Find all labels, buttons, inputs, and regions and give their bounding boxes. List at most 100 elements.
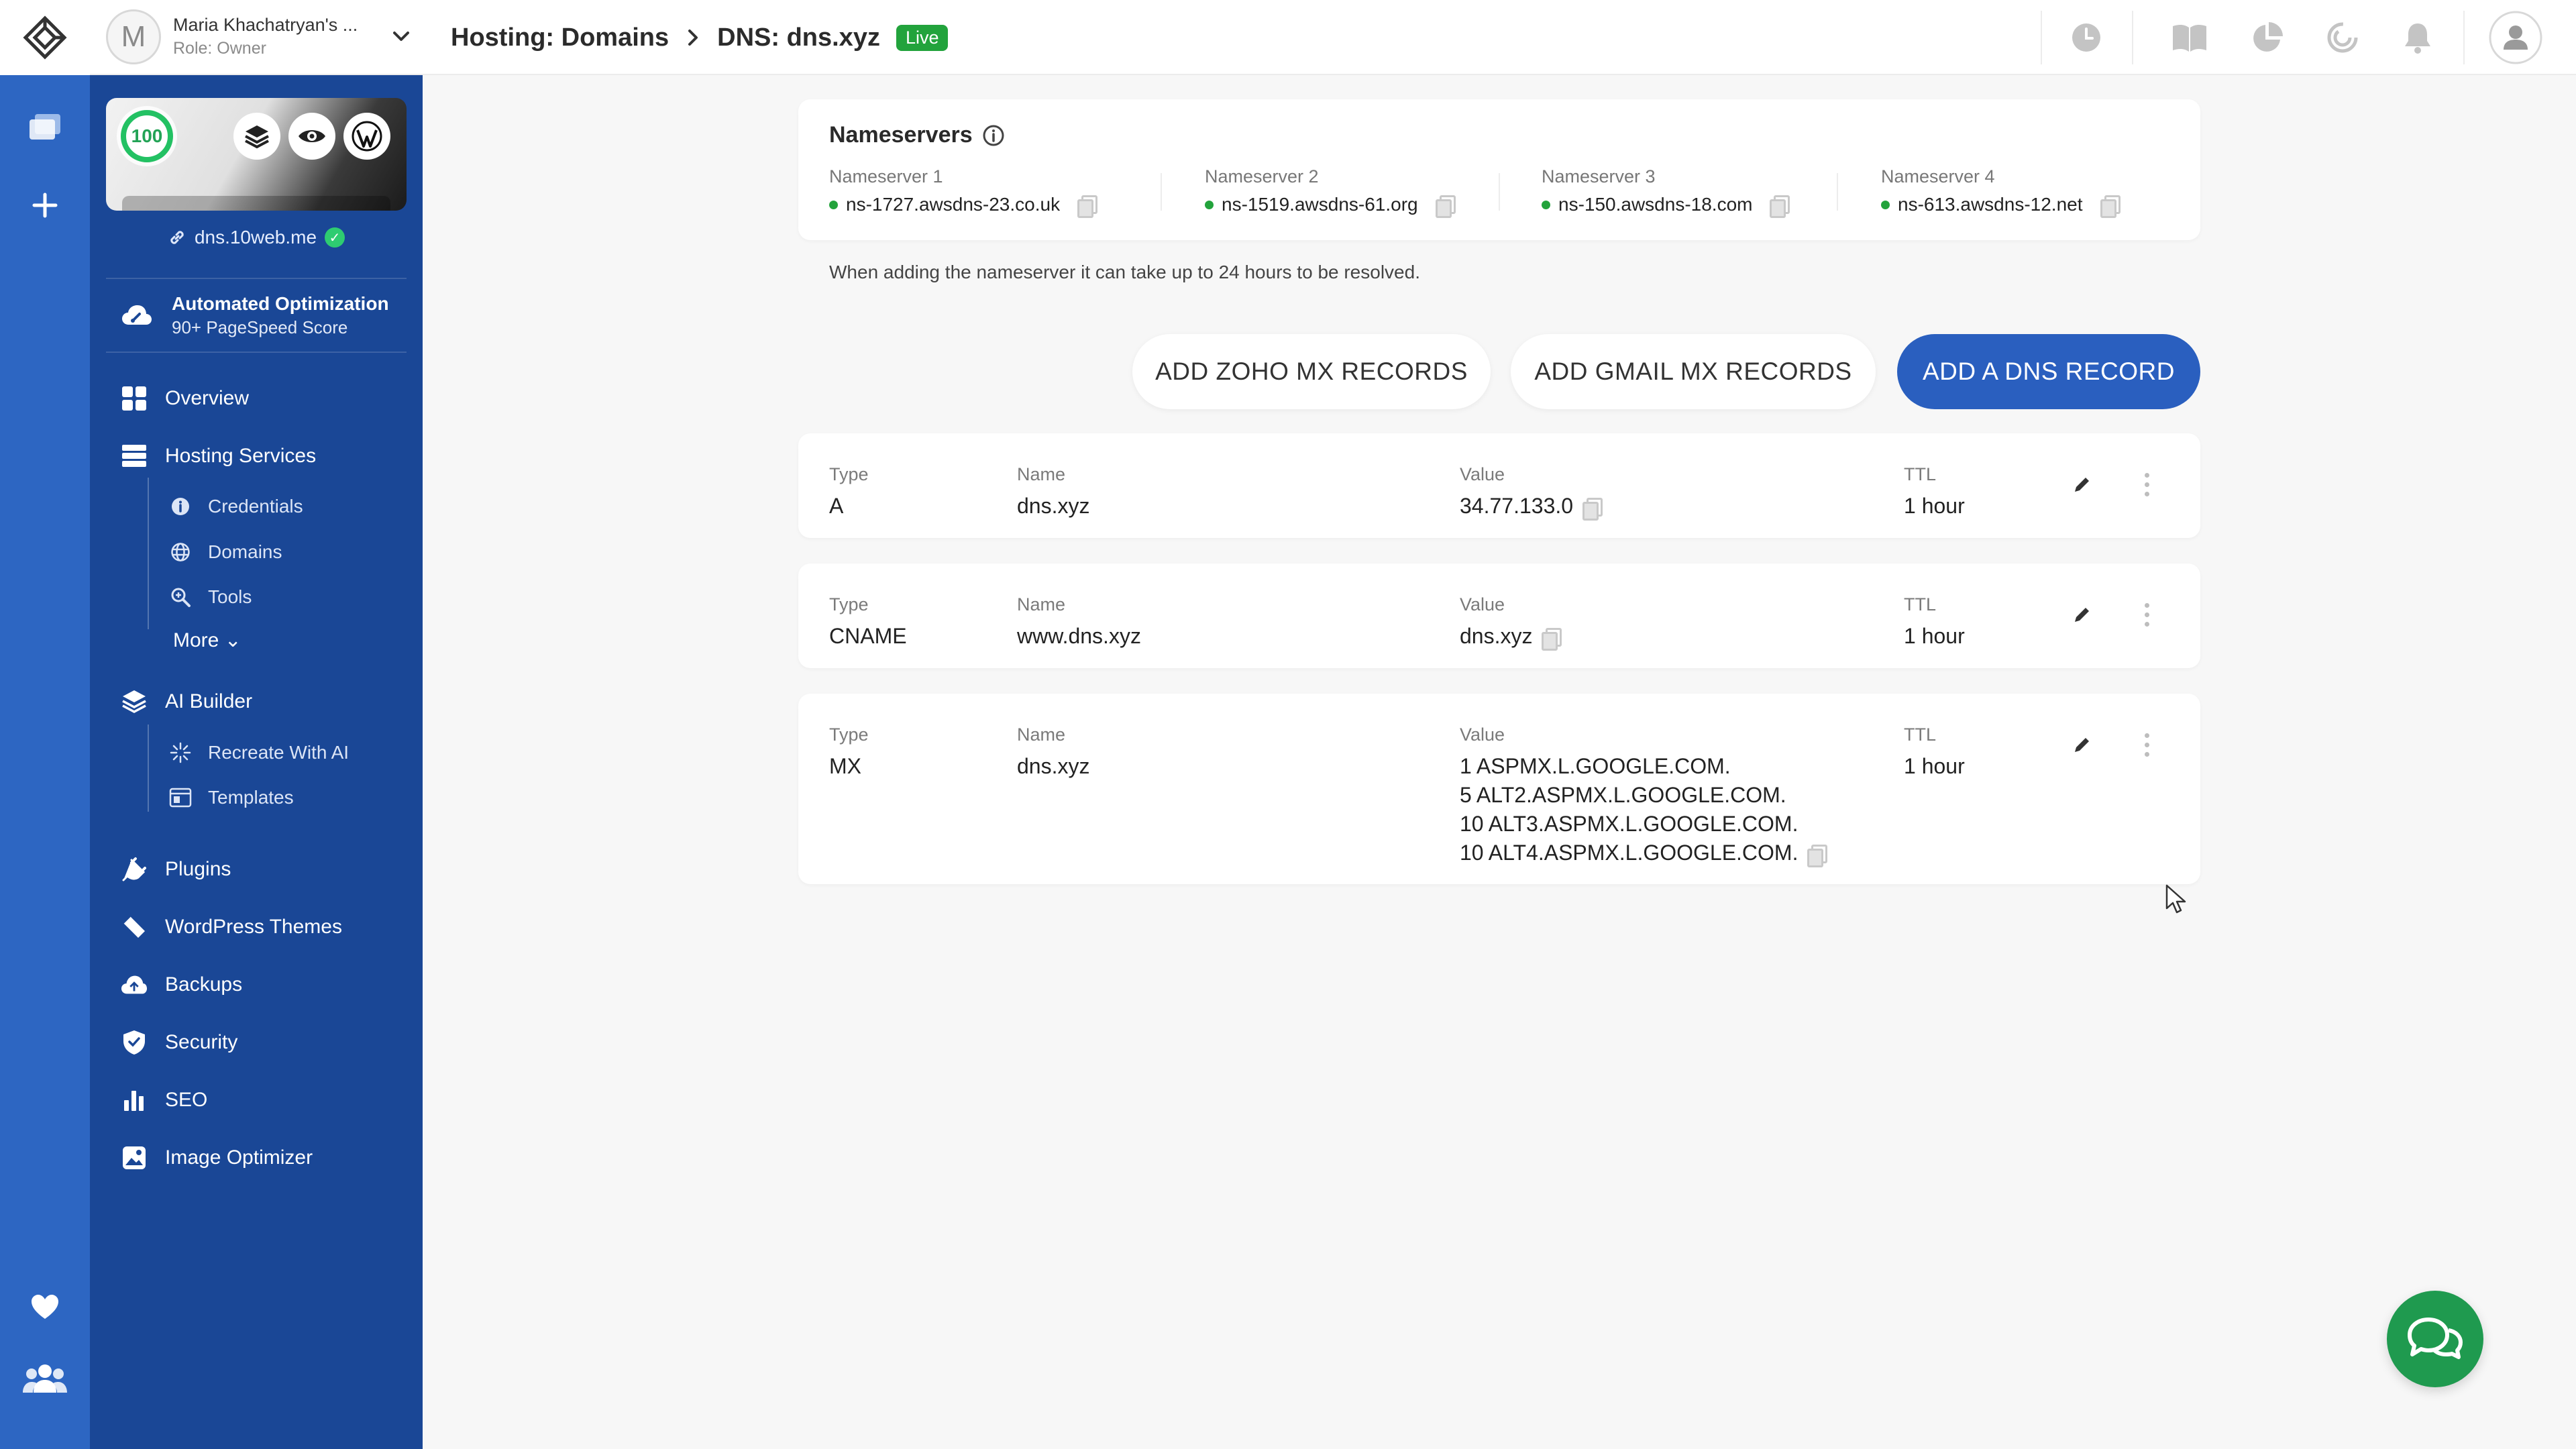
windows-icon [30, 114, 60, 140]
record-name: Name dns.xyz [1017, 724, 1089, 781]
more-options-button[interactable] [2140, 467, 2153, 502]
record-ttl: TTL 1 hour [1904, 724, 1965, 781]
clock-icon [2072, 23, 2100, 52]
sidebar-more-toggle[interactable]: More ⌄ [173, 624, 241, 656]
team-button[interactable] [0, 1344, 90, 1411]
nameserver-label: Nameserver 2 [1205, 166, 1319, 186]
site-domain[interactable]: dns.10web.me [195, 227, 317, 248]
sidebar-item-security[interactable]: Security [121, 1024, 237, 1061]
more-options-button[interactable] [2140, 727, 2153, 762]
add-zoho-mx-button[interactable]: ADD ZOHO MX RECORDS [1132, 334, 1491, 409]
sidebar-item-hosting-services[interactable]: Hosting Services [121, 437, 316, 475]
sidebar-item-image-optimizer[interactable]: Image Optimizer [121, 1139, 313, 1177]
name-value: www.dns.xyz [1017, 624, 1141, 648]
sidebar-item-plugins[interactable]: Plugins [121, 851, 231, 888]
account-role: Role: Owner [173, 39, 266, 58]
record-value: Value 1 ASPMX.L.GOOGLE.COM. 5 ALT2.ASPMX… [1460, 724, 1828, 867]
sidebar-item-tools[interactable]: Tools [169, 581, 252, 613]
notifications-button[interactable] [2398, 17, 2438, 58]
sidebar-item-ai-builder[interactable]: AI Builder [121, 683, 252, 720]
performance-button[interactable] [2322, 17, 2363, 58]
sidebar-item-label: Tools [208, 586, 252, 607]
record-name: Name dns.xyz [1017, 464, 1089, 521]
preview-image [122, 196, 390, 211]
nameserver-value: ns-1519.awsdns-61.org [1205, 194, 1456, 218]
profile-button[interactable] [2487, 9, 2544, 66]
copy-icon[interactable] [1077, 195, 1098, 218]
add-gmail-mx-button[interactable]: ADD GMAIL MX RECORDS [1511, 334, 1876, 409]
wordpress-icon [352, 121, 382, 152]
site-domain-link[interactable]: dns.10web.me ✓ [90, 224, 423, 251]
site-preview[interactable]: 100 [106, 98, 407, 211]
copy-icon[interactable] [1770, 195, 1790, 218]
type-label: Type [829, 464, 869, 484]
tree-line [148, 478, 149, 629]
sidebar-item-recreate-ai[interactable]: Recreate With AI [169, 737, 349, 769]
copy-icon[interactable] [2100, 195, 2121, 218]
edit-record-button[interactable] [2065, 467, 2100, 502]
add-dns-record-button[interactable]: ADD A DNS RECORD [1897, 334, 2200, 409]
type-value: A [829, 494, 844, 518]
team-icon [23, 1364, 67, 1393]
sidebar-item-credentials[interactable]: Credentials [169, 490, 303, 523]
sidebar-item-themes[interactable]: WordPress Themes [121, 908, 342, 946]
chat-bubbles-icon [2408, 1318, 2463, 1359]
grid-icon [121, 385, 148, 412]
type-label: Type [829, 594, 869, 614]
pagespeed-score[interactable]: 100 [121, 110, 173, 162]
copy-icon[interactable] [1807, 845, 1828, 867]
paint-brush-icon [121, 914, 148, 941]
preview-button[interactable] [288, 113, 335, 160]
pencil-icon [2075, 478, 2089, 492]
tools-icon [169, 586, 192, 608]
nameservers-card: Nameservers Nameserver 1 ns-1727.awsdns-… [798, 99, 2200, 240]
divider [1499, 173, 1500, 211]
account-name[interactable]: Maria Khachatryan's ... [173, 15, 358, 36]
sidebar-item-templates[interactable]: Templates [169, 782, 294, 814]
sidebar-item-overview[interactable]: Overview [121, 380, 249, 417]
sidebar-item-label: Hosting Services [165, 445, 317, 467]
copy-icon[interactable] [1582, 498, 1603, 521]
favorites-button[interactable] [0, 1273, 90, 1340]
history-button[interactable] [2066, 17, 2106, 58]
automated-optimization[interactable]: Automated Optimization 90+ PageSpeed Sco… [106, 278, 407, 353]
sidebar-item-label: Security [165, 1031, 238, 1053]
shield-icon [121, 1029, 148, 1056]
status-dot [1205, 200, 1214, 209]
sidebar-item-domains[interactable]: Domains [169, 536, 282, 568]
chat-button[interactable] [2387, 1291, 2483, 1387]
breadcrumb: Hosting: Domains DNS: dns.xyz Live [451, 19, 949, 56]
nameserver-label: Nameserver 1 [829, 166, 943, 186]
ttl-label: TTL [1904, 464, 1937, 484]
wordpress-admin-button[interactable] [343, 113, 390, 160]
ttl-value: 1 hour [1904, 754, 1965, 778]
copy-icon[interactable] [1435, 195, 1456, 218]
link-icon [170, 231, 184, 244]
more-options-button[interactable] [2140, 597, 2153, 632]
ttl-value: 1 hour [1904, 494, 1965, 518]
copy-icon[interactable] [1542, 628, 1562, 651]
edit-record-button[interactable] [2065, 597, 2100, 632]
sidebar-item-backups[interactable]: Backups [121, 966, 242, 1004]
status-dot [1542, 200, 1550, 209]
info-icon [169, 495, 192, 518]
nameserver-3: Nameserver 3 ns-150.awsdns-18.com [1542, 166, 1790, 218]
account-dropdown[interactable] [389, 24, 413, 52]
docs-button[interactable] [2169, 17, 2210, 58]
nameservers-title: Nameservers [829, 122, 973, 148]
breadcrumb-parent[interactable]: Hosting: Domains [451, 23, 669, 52]
layers-button[interactable] [233, 113, 280, 160]
add-website-button[interactable] [0, 172, 90, 239]
analytics-button[interactable] [2247, 17, 2288, 58]
value-line: 10 ALT3.ASPMX.L.GOOGLE.COM. [1460, 812, 1799, 836]
info-icon[interactable] [982, 124, 1005, 147]
tenweb-logo[interactable] [0, 0, 90, 75]
sidebar-item-label: AI Builder [165, 690, 253, 712]
account-avatar[interactable]: M [106, 9, 161, 64]
record-ttl: TTL 1 hour [1904, 594, 1965, 651]
edit-record-button[interactable] [2065, 727, 2100, 762]
sidebar-item-seo[interactable]: SEO [121, 1081, 207, 1119]
websites-button[interactable] [0, 94, 90, 161]
server-icon [121, 443, 148, 470]
value-text: dns.xyz [1460, 624, 1533, 648]
